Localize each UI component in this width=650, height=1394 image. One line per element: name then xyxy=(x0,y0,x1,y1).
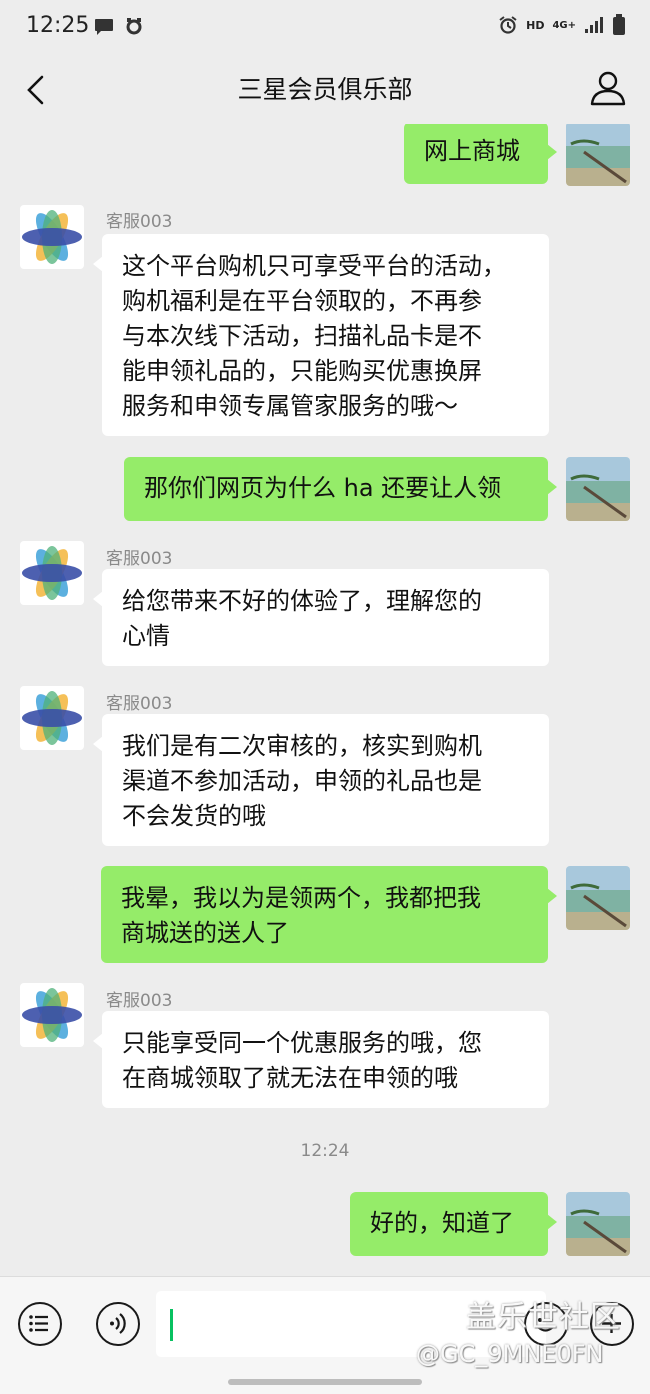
landscape-avatar-image xyxy=(566,124,630,186)
self-avatar[interactable] xyxy=(566,1192,630,1256)
message-bubble-incoming[interactable]: 给您带来不好的体验了，理解您的 心情 xyxy=(93,569,549,666)
app-notification-icon xyxy=(126,18,142,35)
landscape-avatar-image xyxy=(566,457,630,521)
sender-name: 客服003 xyxy=(106,694,173,714)
message-line: 给您带来不好的体验了，理解您的 xyxy=(122,587,482,615)
landscape-avatar-image xyxy=(566,866,630,930)
message-notification-icon xyxy=(95,19,113,35)
signal-type-label: 4G+ xyxy=(552,19,576,31)
time-divider: 12:24 xyxy=(300,1141,350,1161)
chat-title: 三星会员俱乐部 xyxy=(237,75,413,104)
service-avatar[interactable] xyxy=(20,686,84,750)
status-time: 12:25 xyxy=(26,13,90,38)
message-text: 那你们网页为什么 ha 还要让人领 xyxy=(144,474,502,502)
nav-bar: 三星会员俱乐部 xyxy=(0,56,650,124)
message-bubble-outgoing[interactable]: 我晕，我以为是领两个，我都把我 商城送的送人了 xyxy=(101,866,557,963)
sender-name: 客服003 xyxy=(106,991,173,1011)
message-bubble-outgoing[interactable]: 好的，知道了 xyxy=(350,1192,557,1256)
message-text: 网上商城 xyxy=(424,137,520,165)
person-icon[interactable] xyxy=(588,68,628,108)
message-bubble-outgoing[interactable]: 那你们网页为什么 ha 还要让人领 xyxy=(124,457,557,521)
watermark-user: @GC_9MNE0FN xyxy=(416,1340,604,1368)
flower-logo-icon xyxy=(22,691,82,745)
voice-icon[interactable] xyxy=(96,1302,140,1346)
service-avatar[interactable] xyxy=(20,983,84,1047)
message-line: 渠道不参加活动，申领的礼品也是 xyxy=(122,767,482,795)
message-line: 只能享受同一个优惠服务的哦，您 xyxy=(122,1029,482,1057)
message-line: 我们是有二次审核的，核实到购机 xyxy=(122,732,482,760)
self-avatar[interactable] xyxy=(566,124,630,186)
flower-logo-icon xyxy=(22,546,82,600)
message-bubble-outgoing[interactable]: 网上商城 xyxy=(404,124,557,184)
flower-logo-icon xyxy=(22,210,82,264)
alarm-icon xyxy=(499,16,517,34)
service-avatar[interactable] xyxy=(20,541,84,605)
battery-icon xyxy=(613,14,625,35)
text-caret xyxy=(170,1309,173,1341)
sender-name: 客服003 xyxy=(106,549,173,569)
message-line: 与本次线下活动，扫描礼品卡是不 xyxy=(122,322,482,350)
home-indicator[interactable] xyxy=(228,1379,422,1385)
message-line: 不会发货的哦 xyxy=(122,802,266,830)
chat-area[interactable]: 网上商城 客服003 这个平台购机只可享受平台的活动， 购机福利是在平台领取的，… xyxy=(0,124,650,1276)
message-bubble-incoming[interactable]: 我们是有二次审核的，核实到购机 渠道不参加活动，申领的礼品也是 不会发货的哦 xyxy=(93,714,549,846)
list-icon[interactable] xyxy=(18,1302,62,1346)
signal-icon xyxy=(585,17,603,33)
message-text: 好的，知道了 xyxy=(370,1209,514,1237)
watermark-community: 盖乐世社区 xyxy=(466,1300,621,1335)
message-line: 这个平台购机只可享受平台的活动， xyxy=(122,252,506,280)
status-bar: 12:25 HD 4G+ xyxy=(0,0,650,56)
message-bubble-incoming[interactable]: 只能享受同一个优惠服务的哦，您 在商城领取了就无法在申领的哦 xyxy=(93,1011,549,1108)
message-line: 商城送的送人了 xyxy=(121,919,289,947)
message-line: 我晕，我以为是领两个，我都把我 xyxy=(121,884,481,912)
service-avatar[interactable] xyxy=(20,205,84,269)
message-bubble-incoming[interactable]: 这个平台购机只可享受平台的活动， 购机福利是在平台领取的，不再参 与本次线下活动… xyxy=(93,234,549,436)
message-line: 服务和申领专属管家服务的哦～ xyxy=(122,392,458,420)
landscape-avatar-image xyxy=(566,1192,630,1256)
message-line: 心情 xyxy=(122,622,170,650)
flower-logo-icon xyxy=(22,988,82,1042)
self-avatar[interactable] xyxy=(566,457,630,521)
network-label: HD xyxy=(526,18,545,32)
self-avatar[interactable] xyxy=(566,866,630,930)
message-line: 能申领礼品的，只能购买优惠换屏 xyxy=(122,357,482,385)
message-line: 购机福利是在平台领取的，不再参 xyxy=(122,287,482,315)
sender-name: 客服003 xyxy=(106,212,173,232)
message-line: 在商城领取了就无法在申领的哦 xyxy=(122,1064,458,1092)
